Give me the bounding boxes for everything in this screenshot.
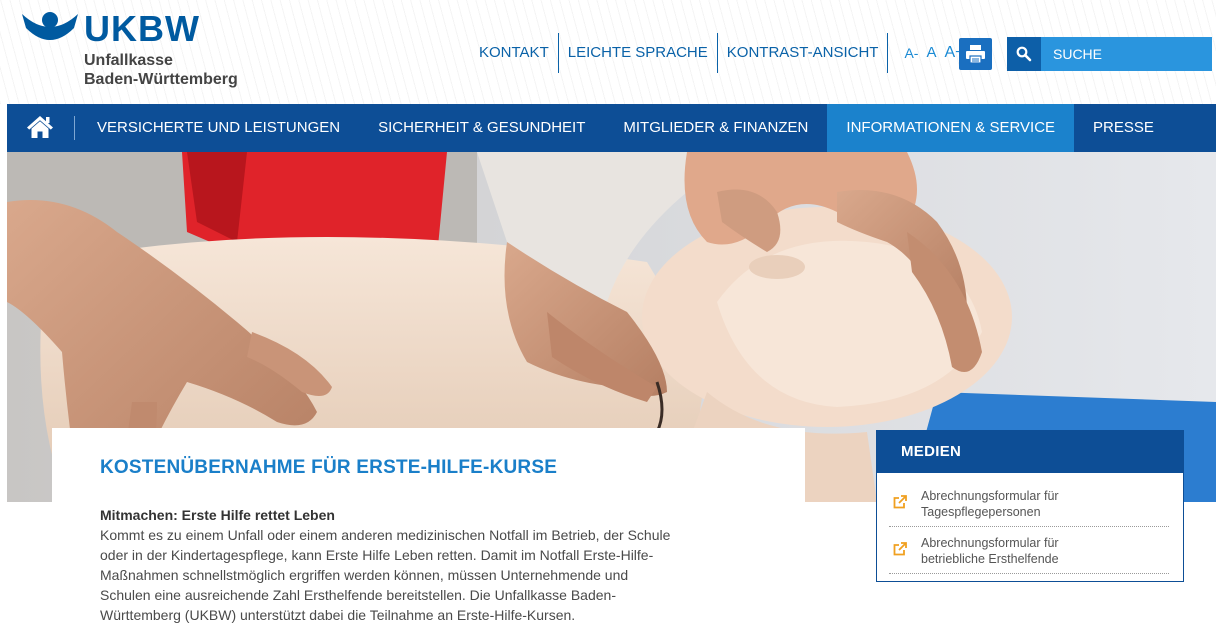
link-leichte-sprache[interactable]: LEICHTE SPRACHE — [559, 33, 718, 73]
media-list: Abrechnungsformular für Tagespflegeperso… — [877, 473, 1183, 574]
article-body-line: Kommt es zu einem Unfall oder einem ande… — [100, 527, 671, 543]
nav-item-informationen[interactable]: INFORMATIONEN & SERVICE — [827, 104, 1075, 152]
search-bar[interactable] — [1007, 37, 1212, 71]
search-icon — [1016, 46, 1032, 62]
media-link-label: Abrechnungsformular für betriebliche Ers… — [921, 536, 1059, 566]
nav-item-presse[interactable]: PRESSE — [1074, 104, 1173, 152]
media-link-ersthelfende[interactable]: Abrechnungsformular für betriebliche Ers… — [889, 532, 1169, 574]
external-link-icon — [893, 542, 907, 556]
font-size-controls: A- A A+ — [888, 33, 968, 73]
utility-links: KONTAKT LEICHTE SPRACHE KONTRAST-ANSICHT… — [473, 33, 969, 73]
article-body-line: Württemberg (UKBW) unterstützt dabei die… — [100, 607, 576, 623]
logo-mark-icon — [22, 12, 78, 40]
nav-item-sicherheit[interactable]: SICHERHEIT & GESUNDHEIT — [359, 104, 604, 152]
font-size-reset-button[interactable]: A — [922, 33, 940, 73]
link-kontrast-ansicht[interactable]: KONTRAST-ANSICHT — [718, 33, 889, 73]
nav-item-mitglieder[interactable]: MITGLIEDER & FINANZEN — [604, 104, 827, 152]
media-link-label: Abrechnungsformular für Tagespflegeperso… — [921, 489, 1059, 519]
home-button[interactable] — [7, 104, 75, 152]
home-icon — [27, 116, 53, 138]
external-link-icon — [893, 495, 907, 509]
site-logo[interactable]: UKBW Unfallkasse Baden-Württemberg — [20, 8, 260, 93]
main-navigation: VERSICHERTE UND LEISTUNGEN SICHERHEIT & … — [7, 104, 1216, 152]
logo-name-line2: Baden-Württemberg — [84, 71, 238, 88]
article-body-line: Schulen eine ausreichende Zahl Ersthelfe… — [100, 587, 616, 603]
logo-name-line1: Unfallkasse — [84, 52, 173, 69]
search-input[interactable] — [1053, 37, 1208, 71]
article-body: Kommt es zu einem Unfall oder einem ande… — [100, 525, 760, 625]
search-button[interactable] — [1007, 37, 1041, 71]
article-title: KOSTENÜBERNAHME FÜR ERSTE-HILFE-KURSE — [100, 457, 558, 478]
link-kontakt[interactable]: KONTAKT — [473, 33, 559, 73]
article-body-line: oder in der Kindertagespflege, kann Erst… — [100, 547, 654, 563]
site-header: UKBW Unfallkasse Baden-Württemberg KONTA… — [0, 0, 1216, 104]
article-card: KOSTENÜBERNAHME FÜR ERSTE-HILFE-KURSE Mi… — [52, 428, 805, 629]
media-sidebar: MEDIEN Abrechnungsformular für Tagespfle… — [876, 430, 1184, 582]
print-button[interactable] — [959, 38, 992, 70]
article-body-line: Maßnahmen schnellstmöglich ergriffen wer… — [100, 567, 629, 583]
font-size-decrease-button[interactable]: A- — [900, 33, 922, 73]
media-title: MEDIEN — [877, 431, 1183, 473]
article-subtitle: Mitmachen: Erste Hilfe rettet Leben — [100, 507, 335, 523]
nav-item-versicherte[interactable]: VERSICHERTE UND LEISTUNGEN — [75, 104, 359, 152]
media-link-tagespflege[interactable]: Abrechnungsformular für Tagespflegeperso… — [889, 485, 1169, 527]
logo-abbreviation: UKBW — [84, 8, 200, 49]
printer-icon — [966, 45, 985, 64]
